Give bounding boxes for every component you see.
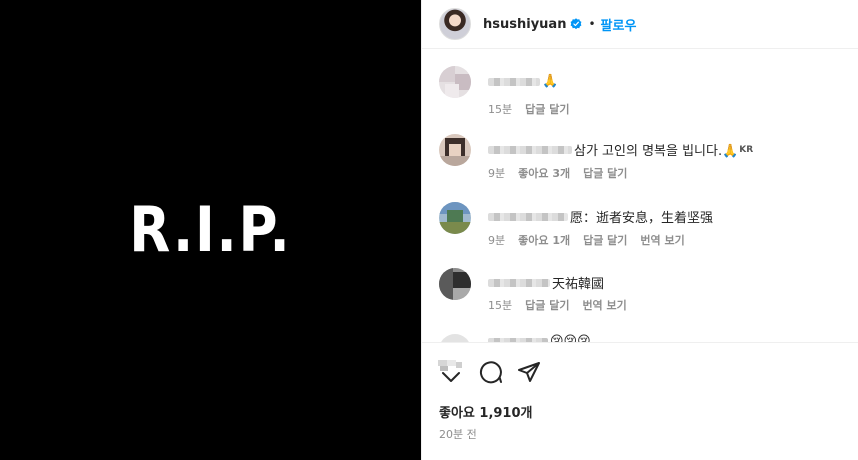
comment-meta: 9분 좋아요 3개 답글 달기 bbox=[488, 165, 627, 181]
comment-body: 天祐韓國 bbox=[552, 277, 605, 292]
comment-like-count[interactable]: 좋아요 1개 bbox=[518, 232, 570, 248]
comment-age: 9분 bbox=[488, 234, 506, 247]
comment-age: 15분 bbox=[488, 103, 513, 116]
comment-text: 삼가 고인의 명복을 빕니다.🙏 KR bbox=[488, 140, 753, 159]
comment-meta: 9분 좋아요 1개 답글 달기 번역 보기 bbox=[488, 232, 685, 248]
reply-button[interactable]: 답글 달기 bbox=[525, 297, 569, 313]
commenter-avatar[interactable] bbox=[439, 202, 471, 234]
commenter-avatar[interactable] bbox=[439, 268, 471, 300]
comment-text: 天祐韓國 bbox=[488, 273, 604, 292]
avatar[interactable] bbox=[439, 8, 471, 40]
comment-like-count[interactable]: 좋아요 3개 bbox=[518, 165, 570, 181]
comment-age: 9분 bbox=[488, 167, 506, 180]
username-link[interactable]: hsushiyuan bbox=[483, 17, 566, 32]
comment-text: 愿：逝者安息，生着坚强 bbox=[488, 207, 713, 226]
comment-meta: 15분 답글 달기 번역 보기 bbox=[488, 297, 627, 313]
commenter-avatar[interactable] bbox=[439, 134, 471, 166]
post-media[interactable]: R.I.P. bbox=[0, 0, 421, 460]
post-timestamp: 20분 전 bbox=[439, 428, 477, 441]
comment-bubble-icon[interactable] bbox=[478, 359, 504, 385]
reply-button[interactable]: 답글 달기 bbox=[583, 232, 627, 248]
reply-button[interactable]: 답글 달기 bbox=[525, 101, 569, 117]
comment-body: 😢😢😢 bbox=[550, 334, 591, 342]
reply-button[interactable]: 답글 달기 bbox=[583, 165, 627, 181]
liked-by-avatars-icon[interactable] bbox=[436, 359, 466, 385]
blurred-username[interactable] bbox=[488, 145, 572, 154]
section-divider bbox=[422, 342, 858, 343]
comment-text: 😢😢😢 bbox=[488, 334, 591, 342]
blurred-username[interactable] bbox=[488, 212, 568, 221]
blurred-username[interactable] bbox=[488, 278, 550, 287]
comment-body: 삼가 고인의 명복을 빕니다.🙏 bbox=[574, 144, 739, 159]
follow-button[interactable]: 팔로우 bbox=[601, 15, 637, 34]
comment-body: 🙏 bbox=[542, 74, 559, 89]
comment-meta: 15분 답글 달기 bbox=[488, 101, 569, 117]
post-action-bar bbox=[436, 357, 542, 387]
comment-body: 愿：逝者安息，生着坚强 bbox=[570, 211, 714, 226]
commenter-avatar[interactable] bbox=[439, 334, 471, 342]
see-translation-button[interactable]: 번역 보기 bbox=[640, 232, 684, 248]
like-count[interactable]: 좋아요 1,910개 bbox=[439, 402, 533, 421]
commenter-avatar[interactable] bbox=[439, 66, 471, 98]
see-translation-button[interactable]: 번역 보기 bbox=[582, 297, 626, 313]
comment-text: 🙏 bbox=[488, 74, 558, 89]
region-badge: KR bbox=[739, 144, 754, 155]
media-caption-rip: R.I.P. bbox=[129, 192, 292, 266]
verified-badge-icon bbox=[571, 18, 582, 30]
separator-dot: • bbox=[588, 17, 596, 31]
comments-list[interactable]: 🙏 15분 답글 달기 삼가 고인의 명복을 빕니다.🙏 KR 9분 좋아요 3… bbox=[422, 50, 858, 342]
post-header: hsushiyuan • 팔로우 bbox=[422, 0, 858, 49]
paper-plane-share-icon[interactable] bbox=[516, 359, 542, 385]
post-side-panel: hsushiyuan • 팔로우 🙏 15분 답글 달기 삼가 고인의 명복을 … bbox=[421, 0, 858, 460]
comment-age: 15분 bbox=[488, 299, 513, 312]
blurred-username[interactable] bbox=[488, 77, 540, 86]
